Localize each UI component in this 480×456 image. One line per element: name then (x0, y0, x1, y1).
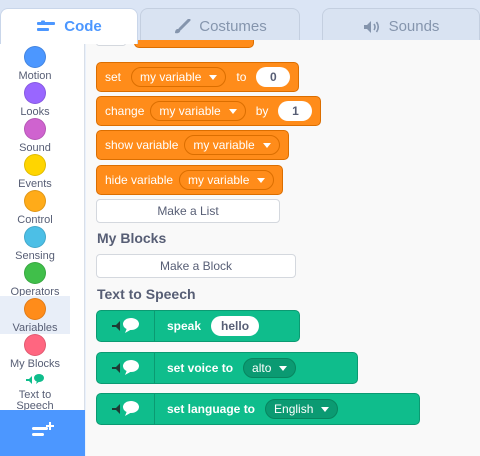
events-color-dot (24, 154, 46, 176)
hide-variable-block[interactable]: hide variable my variable (96, 165, 284, 195)
category-control[interactable]: Control (0, 190, 70, 226)
block-label: by (255, 104, 269, 118)
text-to-speech-heading: Text to Speech (97, 286, 196, 302)
my-blocks-color-dot (24, 334, 46, 356)
voice-dropdown[interactable]: alto (243, 358, 297, 378)
dropdown-value: my variable (159, 104, 221, 118)
category-sound[interactable]: Sound (0, 118, 70, 154)
block-label: speak (167, 319, 202, 333)
block-label: set language to (167, 402, 256, 416)
show-variable-block[interactable]: show variable my variable (96, 130, 289, 160)
brush-icon (173, 18, 191, 35)
category-menu: Motion Looks Sound Events Control Sensin… (0, 40, 85, 422)
code-icon (36, 20, 56, 34)
category-motion[interactable]: Motion (0, 46, 70, 82)
motion-color-dot (24, 46, 46, 68)
editor-tab-bar: Code Costumes Sounds (0, 0, 480, 44)
category-variables[interactable]: Variables (0, 296, 70, 334)
chevron-down-icon (279, 365, 288, 371)
dropdown-value: my variable (188, 173, 250, 187)
value-input[interactable]: 0 (256, 67, 291, 87)
dropdown-value: English (274, 402, 314, 416)
chevron-down-icon (209, 74, 218, 80)
value-input[interactable]: 1 (278, 101, 313, 121)
tab-code-label: Code (64, 18, 102, 35)
sensing-color-dot (24, 226, 46, 248)
category-events[interactable]: Events (0, 154, 70, 190)
category-looks[interactable]: Looks (0, 82, 70, 118)
category-label: Variables (12, 322, 58, 334)
text-to-speech-icon (97, 311, 155, 341)
my-blocks-heading: My Blocks (97, 230, 167, 246)
tab-code[interactable]: Code (0, 8, 138, 44)
block-label: set voice to (167, 361, 234, 375)
variable-dropdown[interactable]: my variable (150, 101, 246, 121)
category-label: Sound (19, 142, 51, 154)
make-a-block-label: Make a Block (159, 259, 233, 273)
category-sensing[interactable]: Sensing (0, 226, 70, 262)
block-label: to (236, 70, 247, 84)
set-voice-block[interactable]: set voice to alto (96, 352, 358, 384)
category-label: Control (17, 214, 53, 226)
dropdown-value: my variable (193, 138, 255, 152)
add-extension-icon (30, 421, 56, 446)
tab-costumes-label: Costumes (199, 18, 267, 35)
block-palette: set my variable to 0 change my variable … (86, 40, 480, 456)
category-my-blocks[interactable]: My Blocks (0, 334, 70, 370)
tab-sounds[interactable]: Sounds (322, 8, 480, 44)
block-label: set (105, 70, 122, 84)
control-color-dot (24, 190, 46, 212)
category-operators[interactable]: Operators (0, 262, 70, 298)
set-language-block[interactable]: set language to English (96, 393, 420, 425)
variables-color-dot (24, 298, 46, 320)
speak-block[interactable]: speak hello (96, 310, 300, 342)
variable-dropdown[interactable]: my variable (184, 135, 280, 155)
category-label: Motion (18, 70, 52, 82)
tab-costumes[interactable]: Costumes (140, 8, 300, 44)
block-label: show variable (105, 138, 179, 152)
speak-text-input[interactable]: hello (211, 316, 260, 336)
category-text-to-speech[interactable]: Text to Speech (0, 370, 70, 414)
looks-color-dot (24, 82, 46, 104)
make-a-list-label: Make a List (157, 204, 219, 218)
operators-color-dot (24, 262, 46, 284)
chevron-down-icon (321, 406, 330, 412)
category-label: Sensing (15, 250, 55, 262)
change-variable-block[interactable]: change my variable by 1 (96, 96, 322, 126)
block-label: change (105, 104, 145, 118)
variable-dropdown[interactable]: my variable (131, 67, 227, 87)
make-a-list-button[interactable]: Make a List (96, 199, 280, 223)
chevron-down-icon (228, 108, 237, 114)
partial-variable-block[interactable] (134, 40, 254, 48)
set-variable-block[interactable]: set my variable to 0 (96, 62, 300, 92)
category-label: Events (18, 178, 52, 190)
category-label: Text to Speech (16, 389, 54, 412)
variable-dropdown[interactable]: my variable (179, 170, 275, 190)
block-label: hide variable (105, 173, 174, 187)
text-to-speech-icon (24, 372, 46, 388)
category-label: Looks (20, 106, 50, 118)
sound-color-dot (24, 118, 46, 140)
dropdown-value: my variable (140, 70, 202, 84)
text-to-speech-icon (97, 394, 155, 424)
make-a-block-button[interactable]: Make a Block (96, 254, 296, 278)
chevron-down-icon (257, 177, 266, 183)
speaker-icon (363, 20, 381, 34)
text-to-speech-icon (97, 353, 155, 383)
tab-sounds-label: Sounds (388, 18, 440, 35)
chevron-down-icon (262, 142, 271, 148)
dropdown-value: alto (252, 361, 272, 375)
add-extension-button[interactable] (0, 410, 85, 456)
language-dropdown[interactable]: English (265, 399, 339, 419)
category-label: My Blocks (9, 358, 61, 370)
